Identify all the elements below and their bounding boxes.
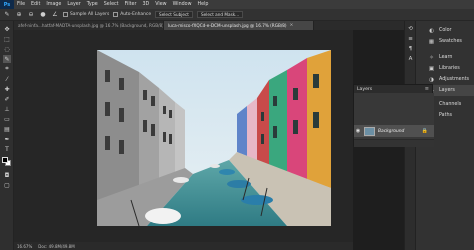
tab-document-1-label: afef-ninfa...hatfaf-MADTA-unsplash.jpg @… xyxy=(18,23,164,28)
eraser-tool-icon[interactable]: ▭ xyxy=(3,115,11,123)
tools-panel: ✥ ⬚ ◌ ✎ ⌗ ⁄ ✚ ✐ ⊥ ▭ ▤ ✒ T ◘ ▢ xyxy=(0,21,14,250)
menu-select[interactable]: Select xyxy=(101,2,122,7)
healing-brush-tool-icon[interactable]: ✚ xyxy=(3,85,11,93)
panel-libraries[interactable]: ▣ Libraries xyxy=(416,63,474,74)
eyedropper-tool-icon[interactable]: ⁄ xyxy=(3,75,11,83)
add-selection-icon[interactable]: ⊕ xyxy=(15,11,23,19)
auto-enhance-box[interactable] xyxy=(113,12,119,17)
document-info[interactable]: Doc: 49.8M/49.8M xyxy=(38,244,74,249)
move-tool-icon[interactable]: ✥ xyxy=(3,25,11,33)
menu-icon[interactable]: ≡ xyxy=(425,86,429,92)
quick-select-tool-icon[interactable]: ✎ xyxy=(3,11,11,19)
tab-document-2[interactable]: luca-misco-fXQCd-e-DCM-unsplash.jpg @ 16… xyxy=(164,21,314,30)
canal-photo[interactable] xyxy=(97,50,331,226)
color-wheel-icon: ◐ xyxy=(429,27,434,34)
select-subject-button[interactable]: Select Subject xyxy=(155,11,193,18)
sample-all-layers-box[interactable] xyxy=(63,12,68,17)
menu-window[interactable]: Window xyxy=(170,2,195,7)
layer-row[interactable]: ◉ Background 🔒 xyxy=(354,125,434,137)
panel-paths-label: Paths xyxy=(439,113,453,118)
layers-panel-footer xyxy=(354,139,434,147)
panel-learn[interactable]: ✧ Learn xyxy=(416,52,474,63)
visibility-eye-icon[interactable]: ◉ xyxy=(354,128,362,134)
libraries-icon: ▣ xyxy=(428,65,435,72)
menu-filter[interactable]: Filter xyxy=(122,2,140,7)
swatches-grid-icon: ▦ xyxy=(428,38,435,45)
marquee-tool-icon[interactable]: ⬚ xyxy=(3,35,11,43)
layers-panel-header[interactable]: Layers ≡ xyxy=(354,85,432,93)
tab-document-2-label: luca-misco-fXQCd-e-DCM-unsplash.jpg @ 16… xyxy=(168,23,287,28)
panel-libraries-label: Libraries xyxy=(439,66,460,71)
canvas-area[interactable] xyxy=(14,30,353,242)
lasso-tool-icon[interactable]: ◌ xyxy=(3,45,11,53)
tab-document-1[interactable]: afef-ninfa...hatfaf-MADTA-unsplash.jpg @… xyxy=(14,21,164,30)
layer-thumbnail xyxy=(364,126,375,136)
panel-color[interactable]: ◐ Color xyxy=(416,25,474,36)
auto-enhance-label: Auto-Enhance xyxy=(120,12,152,17)
menu-3d[interactable]: 3D xyxy=(139,2,152,7)
gradient-tool-icon[interactable]: ▤ xyxy=(3,125,11,133)
lightbulb-icon: ✧ xyxy=(429,54,434,61)
sample-all-layers-label: Sample All Layers xyxy=(70,12,110,17)
foreground-color-swatch[interactable] xyxy=(2,157,8,163)
panel-layers-label: Layers xyxy=(439,88,455,93)
menu-type[interactable]: Type xyxy=(84,2,101,7)
screen-mode-icon[interactable]: ▢ xyxy=(3,181,11,189)
panel-adjustments-label: Adjustments xyxy=(439,77,470,82)
paragraph-icon[interactable]: ¶ xyxy=(407,45,414,52)
crop-tool-icon[interactable]: ⌗ xyxy=(3,65,11,73)
menu-file[interactable]: File xyxy=(14,2,28,7)
photoshop-logo: Ps xyxy=(0,0,14,9)
layers-list: ◉ Background 🔒 xyxy=(354,93,434,147)
zoom-level[interactable]: 16.67% xyxy=(17,244,32,249)
subtract-selection-icon[interactable]: ⊖ xyxy=(27,11,35,19)
menu-edit[interactable]: Edit xyxy=(28,2,43,7)
type-tool-icon[interactable]: T xyxy=(3,145,11,153)
clone-stamp-tool-icon[interactable]: ⊥ xyxy=(3,105,11,113)
history-icon[interactable]: ⟲ xyxy=(407,25,414,32)
auto-enhance-checkbox[interactable]: Auto-Enhance xyxy=(113,12,151,17)
layer-name: Background xyxy=(378,128,405,134)
document-tabs: afef-ninfa...hatfaf-MADTA-unsplash.jpg @… xyxy=(14,21,404,30)
menu-help[interactable]: Help xyxy=(195,2,212,7)
panel-color-label: Color xyxy=(439,28,452,33)
panel-swatches[interactable]: ▦ Swatches xyxy=(416,36,474,47)
menu-view[interactable]: View xyxy=(152,2,169,7)
pen-tool-icon[interactable]: ✒ xyxy=(3,135,11,143)
status-bar: 16.67% Doc: 49.8M/49.8M xyxy=(14,242,353,250)
angle-icon[interactable]: ∠ xyxy=(51,11,59,19)
quick-mask-icon[interactable]: ◘ xyxy=(3,171,11,179)
select-and-mask-button[interactable]: Select and Mask... xyxy=(196,11,244,18)
options-bar: ✎ ⊕ ⊖ ● ∠ Sample All Layers Auto-Enhance… xyxy=(0,9,474,21)
menu-bar: Ps File Edit Image Layer Type Select Fil… xyxy=(0,0,474,9)
menu-image[interactable]: Image xyxy=(43,2,64,7)
adjustments-icon: ◑ xyxy=(429,76,434,83)
panel-channels-label: Channels xyxy=(439,102,462,107)
properties-icon[interactable]: ≡ xyxy=(407,35,414,42)
panel-swatches-label: Swatches xyxy=(439,39,462,44)
lock-icon[interactable]: 🔒 xyxy=(422,128,428,134)
panel-learn-label: Learn xyxy=(439,55,453,60)
character-icon[interactable]: A xyxy=(407,55,414,62)
brush-size-icon[interactable]: ● xyxy=(39,11,47,19)
menu-layer[interactable]: Layer xyxy=(64,2,83,7)
brush-tool-icon[interactable]: ✐ xyxy=(3,95,11,103)
layers-panel-title: Layers xyxy=(357,86,373,92)
layers-panel: Layers ≡ ◉ Background 🔒 xyxy=(353,84,434,147)
close-icon[interactable]: × xyxy=(290,23,294,28)
quick-selection-tool-icon[interactable]: ✎ xyxy=(3,55,11,63)
sample-all-layers-checkbox[interactable]: Sample All Layers xyxy=(63,12,109,17)
